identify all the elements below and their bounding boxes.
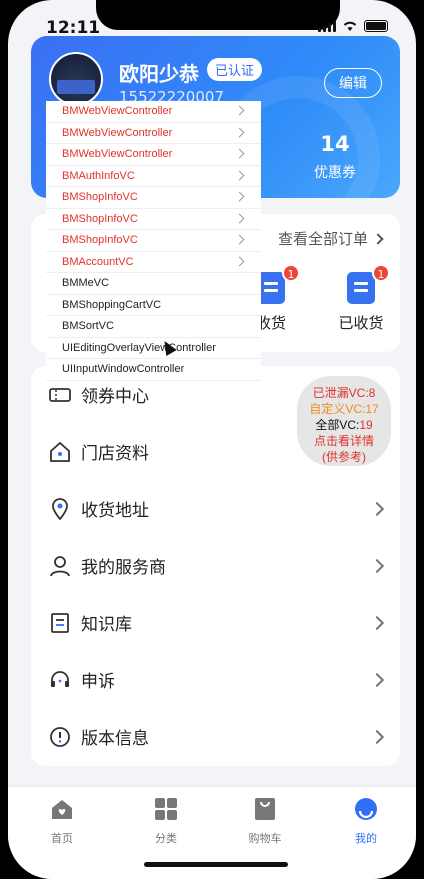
- chevron-right-icon: [234, 105, 245, 116]
- chevron-right-icon: [234, 148, 245, 159]
- chevron-right-icon: [369, 729, 385, 744]
- menu-item-label: 门店资料: [81, 444, 149, 464]
- ticket-icon: [49, 387, 71, 402]
- vc-debug-list: BMWebViewController BMWebViewController BM…: [46, 101, 261, 381]
- vc-list-item[interactable]: BMAuthInfoVC: [46, 166, 261, 187]
- chevron-right-icon: [234, 256, 245, 266]
- vc-name: BMShoppingCartVC: [62, 298, 162, 311]
- vc-name: BMWebViewController: [62, 126, 173, 139]
- chevron-right-icon: [369, 672, 385, 687]
- vc-leak-monitor-bubble[interactable]: 已泄漏VC:8 自定义VC:17 全部VC:19 点击看详情 (供参考): [297, 376, 391, 466]
- vc-name: BMAccountVC: [62, 255, 134, 268]
- signal-icon: [318, 20, 336, 32]
- store-icon: [50, 441, 70, 462]
- chevron-right-icon: [369, 615, 385, 630]
- order-box-icon: [257, 272, 285, 304]
- menu-item-label: 知识库: [81, 615, 132, 635]
- vc-name: UIInputWindowController: [62, 363, 185, 375]
- menu-item-address[interactable]: 收货地址: [31, 480, 400, 537]
- home-indicator: [144, 862, 288, 867]
- chevron-right-icon: [234, 234, 245, 245]
- menu-item-label: 收货地址: [81, 501, 149, 521]
- vc-list-item[interactable]: BMWebViewController: [46, 123, 261, 144]
- tab-label: 首页: [51, 832, 73, 845]
- grid-icon: [155, 798, 177, 820]
- menu-item-service-provider[interactable]: 我的服务商: [31, 537, 400, 594]
- book-icon: [51, 612, 69, 633]
- custom-vc-count: 自定义VC:17: [309, 402, 379, 416]
- location-icon: [52, 497, 68, 520]
- total-vc-count: 全部VC:19: [315, 418, 373, 432]
- vc-name: BMSortVC: [62, 320, 114, 332]
- tab-category[interactable]: 分类: [126, 797, 206, 846]
- vc-list-item[interactable]: BMShopInfoVC: [46, 230, 261, 252]
- user-face-icon: [355, 798, 377, 820]
- notch: [96, 0, 340, 30]
- vc-name: BMShopInfoVC: [62, 191, 138, 203]
- vc-list-item[interactable]: BMWebViewController: [46, 101, 261, 123]
- order-list-icon: [347, 272, 375, 304]
- vc-name: BMMeVC: [62, 277, 110, 289]
- view-all-orders-label: 查看全部订单: [277, 230, 368, 248]
- vc-list-item[interactable]: BMAccountVC: [46, 252, 261, 273]
- shopping-bag-icon: [255, 798, 275, 820]
- chevron-right-icon: [372, 232, 384, 245]
- person-icon: [50, 555, 70, 576]
- chevron-right-icon: [369, 558, 385, 573]
- tab-label: 我的: [355, 832, 377, 845]
- chevron-right-icon: [234, 213, 245, 223]
- vc-name: UIEditingOverlayViewController: [62, 341, 216, 354]
- tab-label: 分类: [155, 832, 177, 845]
- tab-mine[interactable]: 我的: [326, 797, 406, 846]
- order-badge: 1: [282, 264, 300, 282]
- tab-cart[interactable]: 购物车: [225, 797, 305, 846]
- chevron-right-icon: [234, 191, 245, 202]
- edit-profile-button[interactable]: 编辑: [324, 68, 382, 98]
- vc-list-item[interactable]: BMSortVC: [46, 316, 261, 338]
- vc-name: BMWebViewController: [62, 148, 173, 160]
- menu-item-version-info[interactable]: 版本信息: [31, 708, 400, 765]
- vc-list-item[interactable]: BMMeVC: [46, 273, 261, 295]
- vc-list-item[interactable]: BMShopInfoVC: [46, 187, 261, 209]
- menu-item-appeal[interactable]: 申诉: [31, 651, 400, 708]
- headset-icon: [51, 670, 69, 687]
- vc-name: BMWebViewController: [62, 105, 173, 117]
- order-status-received[interactable]: 1 已收货: [326, 264, 396, 333]
- menu-item-knowledge-base[interactable]: 知识库: [31, 594, 400, 651]
- chevron-right-icon: [234, 127, 245, 137]
- leaked-vc-count: 已泄漏VC:8: [312, 386, 376, 400]
- status-time: 12:11: [46, 18, 101, 38]
- menu-item-label: 版本信息: [81, 729, 149, 749]
- vc-list-item[interactable]: BMWebViewController: [46, 144, 261, 166]
- chevron-right-icon: [234, 170, 245, 180]
- username: 欧阳少恭: [119, 62, 199, 86]
- coupon-label[interactable]: 优惠券: [295, 162, 375, 182]
- vc-list-item[interactable]: BMShopInfoVC: [46, 209, 261, 230]
- verified-badge: 已认证: [207, 58, 263, 81]
- view-all-orders-link[interactable]: 查看全部订单: [277, 228, 384, 249]
- menu-item-label: 我的服务商: [81, 558, 166, 578]
- order-badge: 1: [372, 264, 390, 282]
- order-status-label: 已收货: [338, 314, 384, 332]
- vc-list-item[interactable]: BMShoppingCartVC: [46, 295, 261, 316]
- vc-list-item[interactable]: UIInputWindowController: [46, 359, 261, 381]
- tab-label: 购物车: [248, 832, 282, 845]
- vc-list-item[interactable]: UIEditingOverlayViewController: [46, 338, 261, 359]
- vc-name: BMShopInfoVC: [62, 234, 138, 246]
- chevron-right-icon: [369, 501, 385, 516]
- view-details-link[interactable]: 点击看详情: [297, 433, 391, 449]
- wifi-icon: [343, 21, 357, 31]
- battery-icon: [364, 20, 388, 32]
- info-icon: [50, 726, 70, 747]
- menu-item-label: 申诉: [81, 672, 115, 692]
- home-icon: [52, 800, 72, 819]
- reference-note: (供参考): [322, 450, 366, 464]
- tab-home[interactable]: 首页: [22, 797, 102, 846]
- coupon-count[interactable]: 14: [295, 132, 375, 156]
- menu-item-label: 领券中心: [81, 387, 149, 407]
- vc-name: BMAuthInfoVC: [62, 169, 135, 182]
- avatar[interactable]: [49, 52, 103, 106]
- vc-name: BMShopInfoVC: [62, 212, 138, 225]
- status-icons: [318, 20, 388, 32]
